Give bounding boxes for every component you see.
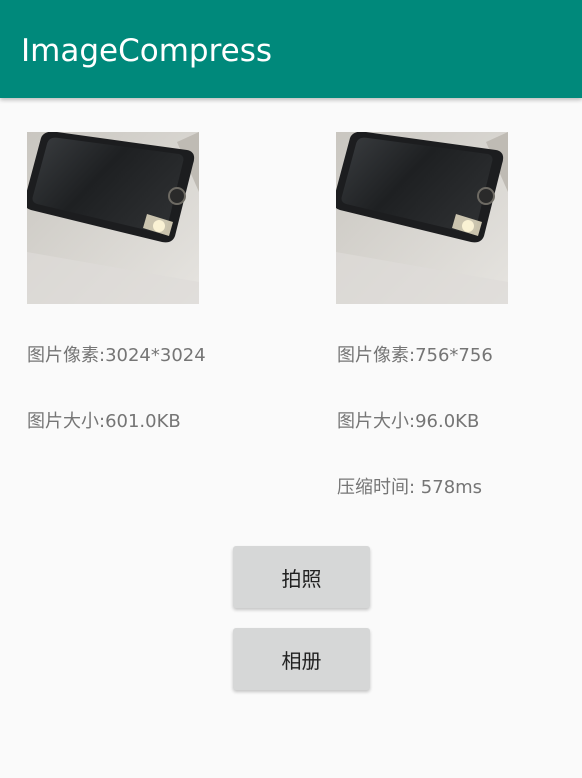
app-title: ImageCompress xyxy=(21,33,273,69)
compressed-pixels: 图片像素:756*756 xyxy=(337,345,493,366)
album-button[interactable]: 相册 xyxy=(233,628,370,690)
take-photo-label: 拍照 xyxy=(281,566,322,591)
compressed-image xyxy=(336,132,508,304)
original-size: 图片大小:601.0KB xyxy=(27,411,181,432)
compressed-size: 图片大小:96.0KB xyxy=(337,411,480,432)
phone-photo-icon xyxy=(27,132,199,304)
original-pixels: 图片像素:3024*3024 xyxy=(27,345,206,366)
phone-photo-icon xyxy=(336,132,508,304)
original-image xyxy=(27,132,199,304)
take-photo-button[interactable]: 拍照 xyxy=(233,546,370,608)
album-label: 相册 xyxy=(281,648,322,673)
app-bar: ImageCompress xyxy=(0,0,582,98)
compress-time: 压缩时间: 578ms xyxy=(337,477,483,498)
